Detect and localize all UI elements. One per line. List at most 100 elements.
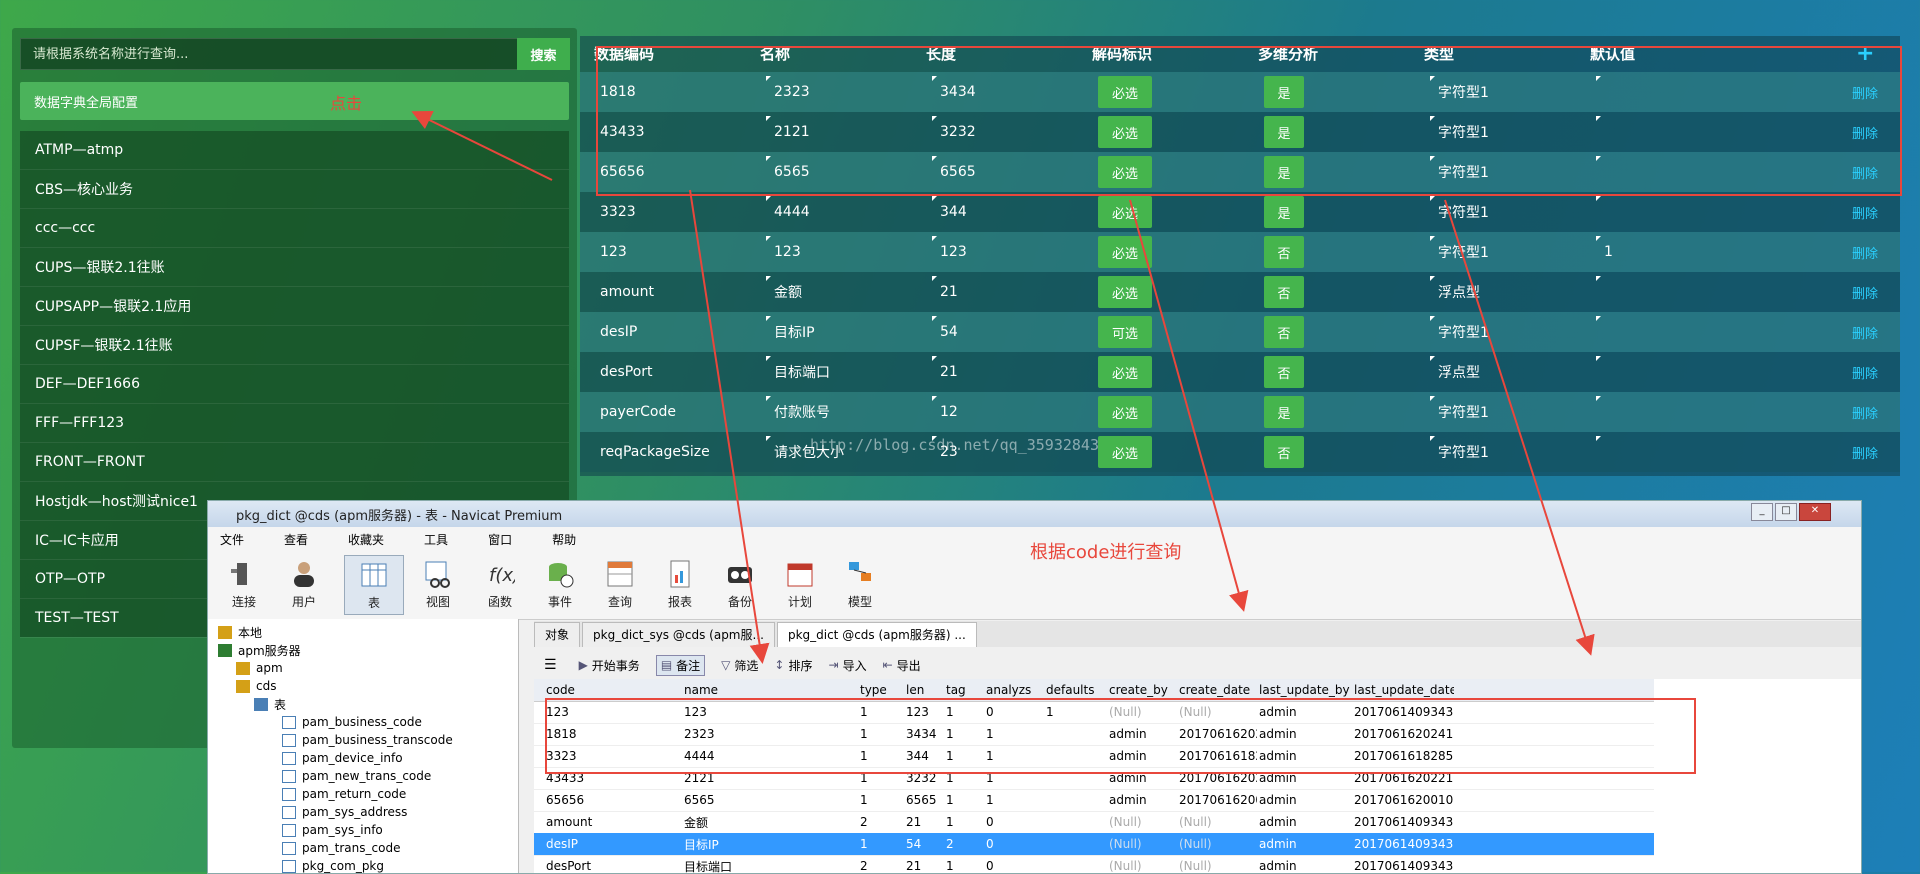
grid-cell[interactable]: 0 bbox=[986, 855, 1044, 873]
grid-row[interactable]: 33234444134411admin20170616182851admin20… bbox=[534, 745, 1654, 768]
multi-analysis-button[interactable]: 否 bbox=[1264, 436, 1304, 468]
grid-cell[interactable]: 0 bbox=[986, 811, 1044, 833]
grid-cell[interactable]: 20170614093438 bbox=[1354, 811, 1454, 833]
cell-len[interactable]: 3434 bbox=[932, 72, 1082, 112]
tree-node[interactable]: 表 bbox=[254, 695, 286, 713]
object-tab[interactable]: pkg_dict @cds (apm服务器) ... bbox=[776, 621, 977, 647]
decode-flag-button[interactable]: 必选 bbox=[1098, 236, 1152, 268]
grid-cell[interactable]: 3323 bbox=[546, 745, 682, 767]
cell-default[interactable] bbox=[1596, 72, 1746, 112]
grid-column-header[interactable]: create_by bbox=[1109, 679, 1177, 701]
grid-cell[interactable]: 65656 bbox=[546, 789, 682, 811]
menu-icon[interactable]: ☰ bbox=[544, 657, 557, 673]
grid-cell[interactable]: 2 bbox=[860, 855, 904, 873]
grid-cell[interactable]: desIP bbox=[546, 833, 682, 855]
decode-flag-button[interactable]: 必选 bbox=[1098, 356, 1152, 388]
multi-analysis-button[interactable]: 否 bbox=[1264, 276, 1304, 308]
cell-default[interactable] bbox=[1596, 112, 1746, 152]
search-button[interactable]: 搜索 bbox=[517, 38, 570, 70]
cell-len[interactable]: 54 bbox=[932, 312, 1082, 352]
cell-default[interactable] bbox=[1596, 192, 1746, 232]
subtool-button[interactable]: ↕ 排序 bbox=[774, 657, 812, 674]
grid-row[interactable]: desPort 目标端口 2 21 1 0 (Null) (Null) admin 2017061… bbox=[534, 855, 1654, 874]
grid-cell[interactable]: 目标端口 bbox=[684, 855, 858, 874]
grid-column-header[interactable]: name bbox=[684, 679, 858, 701]
system-item[interactable]: CBS—核心业务 bbox=[20, 170, 569, 209]
grid-cell[interactable]: admin bbox=[1109, 767, 1177, 789]
grid-cell[interactable]: 1 bbox=[860, 833, 904, 855]
grid-column-header[interactable]: last_update_date bbox=[1354, 679, 1454, 701]
close-icon[interactable]: ✕ bbox=[1799, 503, 1831, 521]
cell-default[interactable] bbox=[1596, 392, 1746, 432]
system-item[interactable]: DEF—DEF1666 bbox=[20, 365, 569, 404]
menu-item[interactable]: 帮助 bbox=[552, 531, 576, 548]
cell-name[interactable]: 金额 bbox=[766, 272, 916, 312]
minimize-icon[interactable]: _ bbox=[1751, 503, 1773, 521]
grid-cell[interactable]: 4444 bbox=[684, 745, 858, 767]
grid-cell[interactable]: 21 bbox=[906, 855, 944, 873]
delete-link[interactable]: 删除 bbox=[1852, 272, 1878, 312]
tree-node[interactable]: cds bbox=[236, 677, 276, 695]
grid-cell[interactable] bbox=[1046, 789, 1106, 811]
grid-cell[interactable] bbox=[1046, 833, 1106, 855]
decode-flag-button[interactable]: 必选 bbox=[1098, 76, 1152, 108]
grid-cell[interactable]: 1 bbox=[946, 767, 984, 789]
grid-row[interactable]: 4343321211323211admin20170616202218admin… bbox=[534, 767, 1654, 790]
grid-cell[interactable]: 344 bbox=[906, 745, 944, 767]
grid-cell[interactable]: 20170616202218 bbox=[1179, 767, 1257, 789]
multi-analysis-button[interactable]: 否 bbox=[1264, 236, 1304, 268]
cell-len[interactable]: 21 bbox=[932, 352, 1082, 392]
menu-item[interactable]: 工具 bbox=[424, 531, 448, 548]
delete-link[interactable]: 删除 bbox=[1852, 432, 1878, 472]
grid-cell[interactable]: admin bbox=[1109, 789, 1177, 811]
grid-cell[interactable]: 20170616182851 bbox=[1179, 745, 1257, 767]
grid-cell[interactable]: (Null) bbox=[1179, 701, 1257, 723]
cell-name[interactable]: 2323 bbox=[766, 72, 916, 112]
subtool-button[interactable]: ▶ 开始事务 bbox=[579, 657, 640, 674]
grid-cell[interactable]: 1 bbox=[946, 723, 984, 745]
grid-cell[interactable]: 20170614093438 bbox=[1354, 855, 1454, 873]
decode-flag-button[interactable]: 必选 bbox=[1098, 396, 1152, 428]
grid-cell[interactable]: 目标IP bbox=[684, 833, 858, 855]
menu-item[interactable]: 窗口 bbox=[488, 531, 512, 548]
grid-cell[interactable]: (Null) bbox=[1179, 833, 1257, 855]
grid-cell[interactable]: 20170616202218 bbox=[1354, 767, 1454, 789]
multi-analysis-button[interactable]: 否 bbox=[1264, 316, 1304, 348]
cell-len[interactable]: 6565 bbox=[932, 152, 1082, 192]
tree-node[interactable]: pam_business_transcode bbox=[282, 731, 453, 749]
grid-cell[interactable]: 20170616202415 bbox=[1354, 723, 1454, 745]
grid-cell[interactable]: 20170614093438 bbox=[1354, 701, 1454, 723]
delete-link[interactable]: 删除 bbox=[1852, 192, 1878, 232]
grid-column-header[interactable]: defaults bbox=[1046, 679, 1106, 701]
system-item[interactable]: CUPSAPP—银联2.1应用 bbox=[20, 287, 569, 326]
grid-cell[interactable]: 20170616200107 bbox=[1354, 789, 1454, 811]
grid-cell[interactable]: 1 bbox=[986, 767, 1044, 789]
subtool-button[interactable]: ▽ 筛选 bbox=[721, 657, 758, 674]
grid-cell[interactable]: 54 bbox=[906, 833, 944, 855]
multi-analysis-button[interactable]: 是 bbox=[1264, 116, 1304, 148]
cell-len[interactable]: 3232 bbox=[932, 112, 1082, 152]
tool-2[interactable]: 表 bbox=[344, 555, 404, 615]
tree-node[interactable]: pam_new_trans_code bbox=[282, 767, 431, 785]
grid-cell[interactable]: desPort bbox=[546, 855, 682, 873]
cell-type[interactable]: 字符型1 bbox=[1430, 72, 1580, 112]
tool-0[interactable]: 连接 bbox=[214, 555, 274, 615]
grid-cell[interactable]: 1 bbox=[860, 723, 904, 745]
grid-cell[interactable]: 21 bbox=[906, 811, 944, 833]
grid-cell[interactable]: (Null) bbox=[1179, 855, 1257, 873]
decode-flag-button[interactable]: 可选 bbox=[1098, 316, 1152, 348]
grid-column-header[interactable]: code bbox=[546, 679, 682, 701]
tool-9[interactable]: 计划 bbox=[770, 555, 830, 615]
cell-name[interactable]: 123 bbox=[766, 232, 916, 272]
cell-type[interactable]: 字符型1 bbox=[1430, 312, 1580, 352]
object-tab[interactable]: pkg_dict_sys @cds (apm服... bbox=[582, 621, 775, 647]
global-config-item[interactable]: 数据字典全局配置 bbox=[20, 82, 569, 120]
cell-name[interactable]: 目标端口 bbox=[766, 352, 916, 392]
grid-cell[interactable]: 1 bbox=[860, 701, 904, 723]
system-item[interactable]: CUPSF—银联2.1往账 bbox=[20, 326, 569, 365]
multi-analysis-button[interactable]: 是 bbox=[1264, 196, 1304, 228]
system-item[interactable]: FFF—FFF123 bbox=[20, 404, 569, 443]
grid-cell[interactable]: (Null) bbox=[1109, 701, 1177, 723]
grid-cell[interactable]: admin bbox=[1259, 811, 1352, 833]
tree-node[interactable]: pam_sys_address bbox=[282, 803, 407, 821]
